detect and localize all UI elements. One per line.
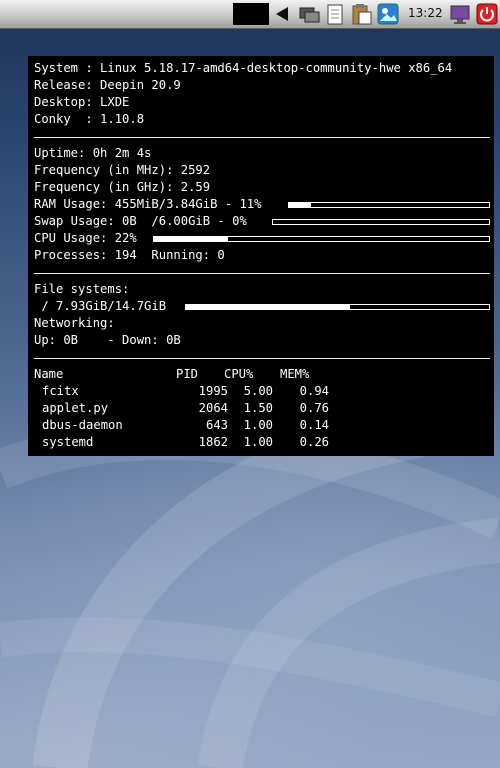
- process-pid-cell: 2064: [198, 401, 228, 415]
- uptime-line: Uptime: 0h 2m 4s: [34, 146, 152, 160]
- clock[interactable]: 13:22: [408, 6, 443, 20]
- process-name-cell: applet.py: [42, 401, 109, 415]
- process-pid-cell: 1862: [198, 435, 228, 449]
- display-icon[interactable]: [449, 3, 471, 25]
- process-cpu-cell: 5.00: [243, 384, 273, 398]
- process-pid-cell: 1995: [198, 384, 228, 398]
- divider: [34, 137, 490, 138]
- net-line: Up: 0B - Down: 0B: [34, 333, 181, 347]
- black-window-button[interactable]: [233, 3, 269, 25]
- swap-usage-bar: [272, 219, 490, 225]
- conky-version-line: Conky : 1.10.8: [34, 112, 145, 126]
- process-cpu-cell: 1.00: [243, 418, 273, 432]
- process-mem-cell: 0.76: [299, 401, 329, 415]
- process-name-cell: dbus-daemon: [42, 418, 123, 432]
- header-mem: MEM%: [280, 367, 310, 381]
- swap-line: Swap Usage: 0B /6.00GiB - 0%: [34, 214, 247, 228]
- cpu-line: CPU Usage: 22%: [34, 231, 137, 245]
- desktop-line: Desktop: LXDE: [34, 95, 130, 109]
- process-mem-cell: 0.94: [299, 384, 329, 398]
- network-icon[interactable]: [297, 3, 321, 25]
- release-line: Release: Deepin 20.9: [34, 78, 181, 92]
- fs-usage-fill: [186, 305, 350, 309]
- ram-usage-bar: [288, 202, 490, 208]
- fs-usage-bar: [185, 304, 490, 310]
- conky-panel: System : Linux 5.18.17-amd64-desktop-com…: [28, 56, 494, 456]
- ram-usage-fill: [289, 203, 311, 207]
- freq-ghz-line: Frequency (in GHz): 2.59: [34, 180, 211, 194]
- freq-mhz-line: Frequency (in MHz): 2592: [34, 163, 211, 177]
- cpu-usage-bar: [153, 236, 490, 242]
- taskbar: 13:22: [0, 0, 500, 29]
- ram-line: RAM Usage: 455MiB/3.84GiB - 11%: [34, 197, 262, 211]
- net-title: Networking:: [34, 316, 115, 330]
- header-name: Name: [34, 367, 64, 381]
- process-cpu-cell: 1.00: [243, 435, 273, 449]
- process-name-cell: systemd: [42, 435, 94, 449]
- clipboard-icon[interactable]: [350, 3, 372, 25]
- header-pid: PID: [176, 367, 199, 381]
- fs-line: / 7.93GiB/14.7GiB: [34, 299, 167, 313]
- arrow-left-icon[interactable]: [272, 3, 292, 25]
- header-cpu: CPU%: [224, 367, 254, 381]
- divider: [34, 273, 490, 274]
- image-viewer-icon[interactable]: [377, 3, 399, 25]
- process-pid-cell: 643: [205, 418, 228, 432]
- system-line: System : Linux 5.18.17-amd64-desktop-com…: [34, 61, 453, 75]
- processes-line: Processes: 194 Running: 0: [34, 248, 225, 262]
- divider: [34, 358, 490, 359]
- document-icon[interactable]: [325, 3, 345, 25]
- process-mem-cell: 0.14: [299, 418, 329, 432]
- process-cpu-cell: 1.50: [243, 401, 273, 415]
- process-mem-cell: 0.26: [299, 435, 329, 449]
- process-name-cell: fcitx: [42, 384, 79, 398]
- power-icon[interactable]: [476, 3, 498, 25]
- cpu-usage-fill: [154, 237, 228, 241]
- fs-title: File systems:: [34, 282, 130, 296]
